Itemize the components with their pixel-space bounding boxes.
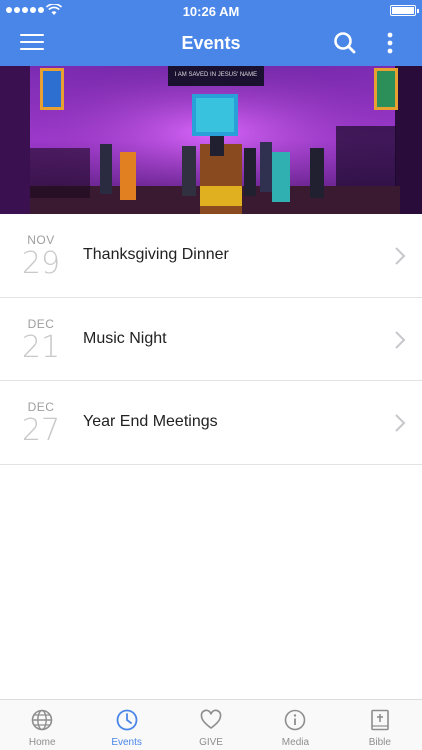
bible-icon — [371, 709, 389, 731]
event-day: 27 — [21, 413, 61, 448]
heart-icon — [200, 709, 222, 729]
chevron-right-icon — [395, 330, 406, 349]
tab-bible[interactable]: Bible — [338, 700, 422, 750]
status-time: 10:26 AM — [182, 4, 240, 19]
search-icon[interactable] — [332, 30, 358, 56]
event-title: Year End Meetings — [83, 413, 218, 430]
battery-icon — [390, 5, 419, 16]
event-row-year-end-meetings[interactable]: DEC 27 Year End Meetings — [0, 381, 422, 465]
tab-label: GIVE — [199, 737, 223, 748]
more-vertical-icon[interactable] — [380, 30, 400, 58]
bottom-tab-bar: Home Events GIVE Media Bible — [0, 699, 422, 750]
event-month: DEC — [27, 400, 55, 414]
tab-media[interactable]: Media — [253, 700, 337, 750]
chevron-right-icon — [395, 414, 406, 432]
tab-events[interactable]: Events — [84, 700, 168, 750]
status-bar: 10:26 AM — [0, 0, 422, 22]
chevron-right-icon — [395, 247, 406, 265]
clock-icon — [116, 709, 138, 731]
event-day: 29 — [21, 246, 61, 281]
church-stage-photo: I AM SAVED IN JESUS' NAME — [0, 66, 422, 214]
event-day: 21 — [21, 329, 61, 365]
tab-label: Bible — [368, 737, 391, 748]
event-title: Music Night — [83, 329, 167, 347]
tab-label: Events — [111, 737, 142, 748]
tab-label: Media — [281, 737, 310, 748]
info-icon — [285, 709, 306, 731]
tab-give[interactable]: GIVE — [169, 700, 253, 750]
tab-home[interactable]: Home — [0, 700, 84, 750]
event-month: NOV — [27, 233, 55, 247]
events-list: NOV 29 Thanksgiving Dinner DEC 21 Music … — [0, 214, 422, 465]
event-month: DEC — [27, 316, 55, 331]
app-header: 10:26 AM Events — [0, 0, 422, 66]
globe-icon — [31, 709, 53, 731]
nav-bar: Events — [0, 22, 422, 66]
event-row-music-night[interactable]: DEC 21 Music Night — [0, 298, 422, 381]
hero-screen-text: I AM SAVED IN JESUS' NAME — [175, 72, 257, 78]
tab-label: Home — [28, 737, 56, 748]
event-title: Thanksgiving Dinner — [83, 246, 229, 263]
event-row-thanksgiving-dinner[interactable]: NOV 29 Thanksgiving Dinner — [0, 214, 422, 298]
page-title: Events — [181, 33, 241, 53]
